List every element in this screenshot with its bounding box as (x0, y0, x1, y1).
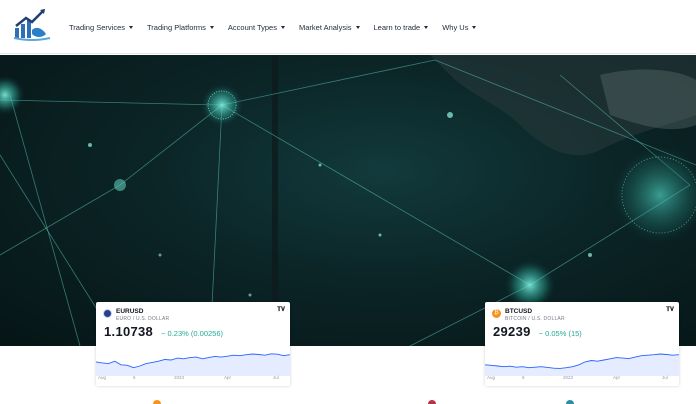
site-header: Trading Services Trading Platforms Accou… (0, 0, 696, 54)
price-row: 29239 − 0.05% (15) (493, 324, 582, 339)
widget-change: − 0.05% (15) (538, 329, 582, 338)
nav-market-analysis[interactable]: Market Analysis (299, 23, 360, 32)
axis-label: Aug (487, 375, 496, 380)
nav-account-types[interactable]: Account Types (228, 23, 285, 32)
tradingview-logo-icon[interactable]: 𝐓𝐕 (277, 307, 285, 314)
widget-header: EURUSD EURO / U.S. DOLLAR (103, 308, 169, 322)
nav-trading-platforms[interactable]: Trading Platforms (147, 23, 214, 32)
axis-label: Aug (98, 375, 107, 380)
ticker-widget-eurusd[interactable]: EURUSD EURO / U.S. DOLLAR 𝐓𝐕 1.10738 − 0… (96, 302, 290, 386)
caret-down-icon (280, 25, 285, 29)
tradingview-logo-icon[interactable]: 𝐓𝐕 (666, 307, 674, 314)
euro-flag-icon (103, 309, 112, 318)
partial-icon (566, 400, 574, 404)
caret-down-icon (129, 25, 133, 29)
nav-item-label: Learn to trade (373, 22, 421, 32)
bitcoin-icon: ₿ (492, 309, 501, 318)
ticker-widget-btcusd[interactable]: ₿ BTCUSD BITCOIN / U.S. DOLLAR 𝐓𝐕 29239 … (485, 302, 679, 386)
nav-trading-services[interactable]: Trading Services (69, 23, 133, 32)
widget-price: 1.10738 (104, 324, 154, 339)
widget-symbol: BTCUSD (505, 308, 533, 315)
sparkline-chart (485, 353, 679, 376)
widget-symbol: EURUSD (116, 308, 144, 315)
axis-label: Jul (273, 375, 279, 380)
caret-down-icon (209, 25, 214, 29)
sparkline-chart (96, 353, 290, 376)
axis-label: Apr (613, 375, 621, 380)
sparkline-area (485, 354, 679, 376)
widget-change: − 0.23% (0.00256) (161, 329, 224, 338)
price-row: 1.10738 − 0.23% (0.00256) (104, 324, 223, 339)
nav-why-us[interactable]: Why Us (442, 22, 477, 32)
axis-label: 6 (522, 375, 525, 380)
main-nav: Trading Services Trading Platforms Accou… (62, 0, 483, 54)
widget-price: 29239 (493, 324, 531, 339)
caret-down-icon (424, 25, 429, 29)
axis-label: Jul (662, 375, 668, 380)
widget-header: ₿ BTCUSD BITCOIN / U.S. DOLLAR (492, 308, 565, 322)
partial-icon (428, 400, 436, 404)
nav-item-label: Why Us (442, 22, 469, 32)
axis-label: 2023 (174, 375, 185, 380)
nav-item-label: Account Types (227, 22, 277, 32)
nav-item-label: Trading Services (69, 22, 125, 32)
widget-name: BITCOIN / U.S. DOLLAR (505, 316, 565, 322)
axis-label: 6 (133, 375, 136, 380)
nav-item-label: Trading Platforms (147, 22, 206, 32)
caret-down-icon (472, 25, 477, 29)
partial-icon (153, 400, 161, 404)
brand-logo[interactable] (12, 8, 52, 44)
widget-name: EURO / U.S. DOLLAR (116, 316, 170, 322)
axis-label: 2023 (563, 375, 574, 380)
time-axis: Aug 6 2023 Apr Jul (96, 375, 290, 383)
axis-label: Apr (224, 375, 232, 380)
nav-item-label: Market Analysis (298, 22, 352, 32)
nav-learn-to-trade[interactable]: Learn to trade (374, 23, 429, 32)
caret-down-icon (355, 25, 360, 29)
time-axis: Aug 6 2023 Apr Jul (485, 375, 679, 383)
